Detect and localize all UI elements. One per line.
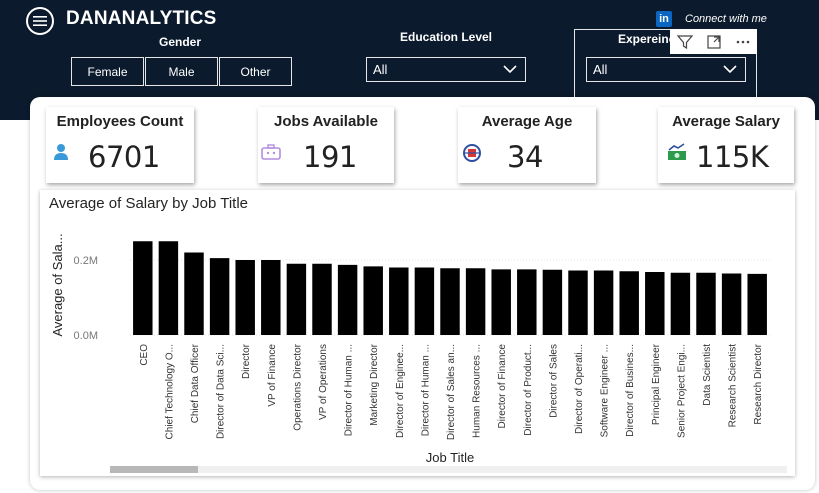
brand-title: DANANALYTICS bbox=[66, 8, 217, 29]
x-tick-label: Research Director bbox=[753, 343, 764, 424]
bar[interactable] bbox=[593, 270, 614, 336]
chevron-down-icon bbox=[723, 65, 737, 74]
gender-filter-label: Gender bbox=[158, 35, 201, 49]
kpi-card-age: Average Age 34 bbox=[458, 107, 596, 183]
kpi-title: Jobs Available bbox=[274, 113, 378, 130]
bar[interactable] bbox=[414, 267, 435, 336]
bar[interactable] bbox=[158, 241, 179, 335]
filter-icon[interactable] bbox=[676, 34, 693, 50]
x-tick-label: VP of Operations bbox=[318, 344, 329, 420]
x-tick-label: Research Scientist bbox=[728, 344, 739, 428]
hamburger-icon bbox=[33, 16, 47, 26]
bar[interactable] bbox=[286, 263, 307, 335]
x-tick-label: Chief Technology O... bbox=[164, 344, 175, 439]
x-tick-label: CEO bbox=[139, 344, 150, 366]
bar[interactable] bbox=[389, 267, 409, 336]
bar[interactable] bbox=[619, 271, 639, 335]
gender-female-button[interactable]: Female bbox=[71, 57, 144, 86]
bar[interactable] bbox=[517, 269, 537, 335]
x-tick-label: Director of Human ... bbox=[344, 344, 355, 436]
x-tick-label: Director of Product... bbox=[523, 344, 534, 436]
bar[interactable] bbox=[465, 268, 486, 335]
x-tick-label: Director of Finance bbox=[497, 344, 508, 429]
kpi-title: Average Age bbox=[481, 113, 573, 130]
bar[interactable] bbox=[747, 273, 767, 335]
bar[interactable] bbox=[568, 270, 588, 336]
age-icon bbox=[463, 144, 481, 162]
x-tick-label: Senior Project Engi... bbox=[676, 344, 687, 438]
salary-by-job-chart: Average of Salary by Job Title 0.0M 0.2M A… bbox=[40, 190, 795, 476]
x-tick-label: Director bbox=[241, 343, 252, 379]
kpi-title: Average Salary bbox=[672, 113, 780, 130]
x-axis-label: Job Title bbox=[426, 450, 474, 465]
kpi-card-employees: Employees Count 6701 bbox=[46, 107, 194, 183]
person-icon bbox=[54, 144, 68, 160]
kpi-card-salary: Average Salary 115K bbox=[658, 107, 794, 183]
y-tick-label: 0.0M bbox=[74, 330, 98, 342]
visual-header bbox=[670, 29, 757, 54]
kpi-value: 6701 bbox=[88, 140, 160, 174]
linkedin-text: Connect with me bbox=[685, 13, 767, 25]
x-tick-label: Director of Sales an... bbox=[446, 344, 457, 440]
x-tick-label: Director of Sales bbox=[548, 344, 559, 418]
briefcase-icon bbox=[261, 144, 281, 160]
gender-male-button[interactable]: Male bbox=[145, 57, 218, 86]
bar[interactable] bbox=[312, 263, 332, 335]
kpi-value: 191 bbox=[303, 140, 357, 174]
kpi-value: 34 bbox=[507, 140, 543, 174]
bar[interactable] bbox=[491, 269, 511, 335]
linkedin-icon: in bbox=[656, 11, 672, 27]
bar-chart-svg: 0.0M 0.2M Average of Sala... CEO Chief Techn… bbox=[50, 233, 770, 465]
y-axis-label: Average of Sala... bbox=[50, 233, 65, 336]
education-dropdown[interactable]: All bbox=[366, 57, 526, 82]
focus-mode-icon[interactable] bbox=[706, 34, 722, 50]
x-tick-label: Chief Data Officer bbox=[190, 343, 201, 423]
bar[interactable] bbox=[363, 266, 383, 335]
experience-selected: All bbox=[593, 62, 608, 77]
kpi-value: 115K bbox=[696, 140, 769, 174]
bar[interactable] bbox=[645, 272, 665, 335]
bar[interactable] bbox=[670, 272, 691, 335]
experience-dropdown[interactable]: All bbox=[586, 57, 746, 82]
x-tick-label: Human Resources ... bbox=[472, 344, 483, 438]
x-tick-label: Operations Director bbox=[292, 343, 303, 430]
education-selected: All bbox=[373, 62, 388, 77]
x-tick-label: Software Engineer ... bbox=[600, 344, 611, 437]
bar[interactable] bbox=[209, 258, 230, 335]
scrollbar-thumb[interactable] bbox=[110, 466, 198, 473]
bar[interactable] bbox=[721, 273, 742, 336]
x-tick-label: Director of Enginee... bbox=[395, 344, 406, 438]
x-tick-label: Director of Human ... bbox=[420, 344, 431, 436]
x-tick-label: Director of Busines... bbox=[625, 344, 636, 437]
experience-filter-label: Expereince bbox=[618, 32, 673, 46]
y-tick-label: 0.2M bbox=[74, 255, 98, 267]
more-options-icon[interactable] bbox=[735, 34, 751, 50]
money-icon bbox=[668, 143, 686, 160]
x-tick-label: Director of Operati... bbox=[574, 344, 585, 434]
kpi-title: Employees Count bbox=[56, 113, 184, 130]
bar[interactable] bbox=[184, 252, 204, 336]
bar[interactable] bbox=[696, 272, 716, 335]
x-tick-label: VP of Finance bbox=[267, 344, 278, 407]
x-tick-label: Principal Engineer bbox=[651, 343, 662, 425]
chevron-down-icon bbox=[503, 65, 517, 74]
linkedin-link[interactable]: in Connect with me bbox=[656, 11, 767, 27]
x-tick-label: Marketing Director bbox=[369, 343, 380, 425]
bar[interactable] bbox=[235, 260, 255, 335]
bar[interactable] bbox=[133, 241, 153, 335]
education-filter-label: Education Level bbox=[399, 30, 493, 44]
bar[interactable] bbox=[337, 264, 358, 335]
x-tick-label: Data Scientist bbox=[702, 344, 713, 406]
kpi-card-jobs: Jobs Available 191 bbox=[258, 107, 394, 183]
bar[interactable] bbox=[440, 268, 460, 335]
menu-button[interactable] bbox=[26, 7, 54, 35]
bar[interactable] bbox=[261, 260, 281, 335]
x-tick-label: Director of Data Sci... bbox=[216, 344, 227, 439]
chart-scrollbar[interactable] bbox=[110, 466, 787, 473]
gender-other-button[interactable]: Other bbox=[219, 57, 292, 86]
bar[interactable] bbox=[542, 269, 563, 335]
